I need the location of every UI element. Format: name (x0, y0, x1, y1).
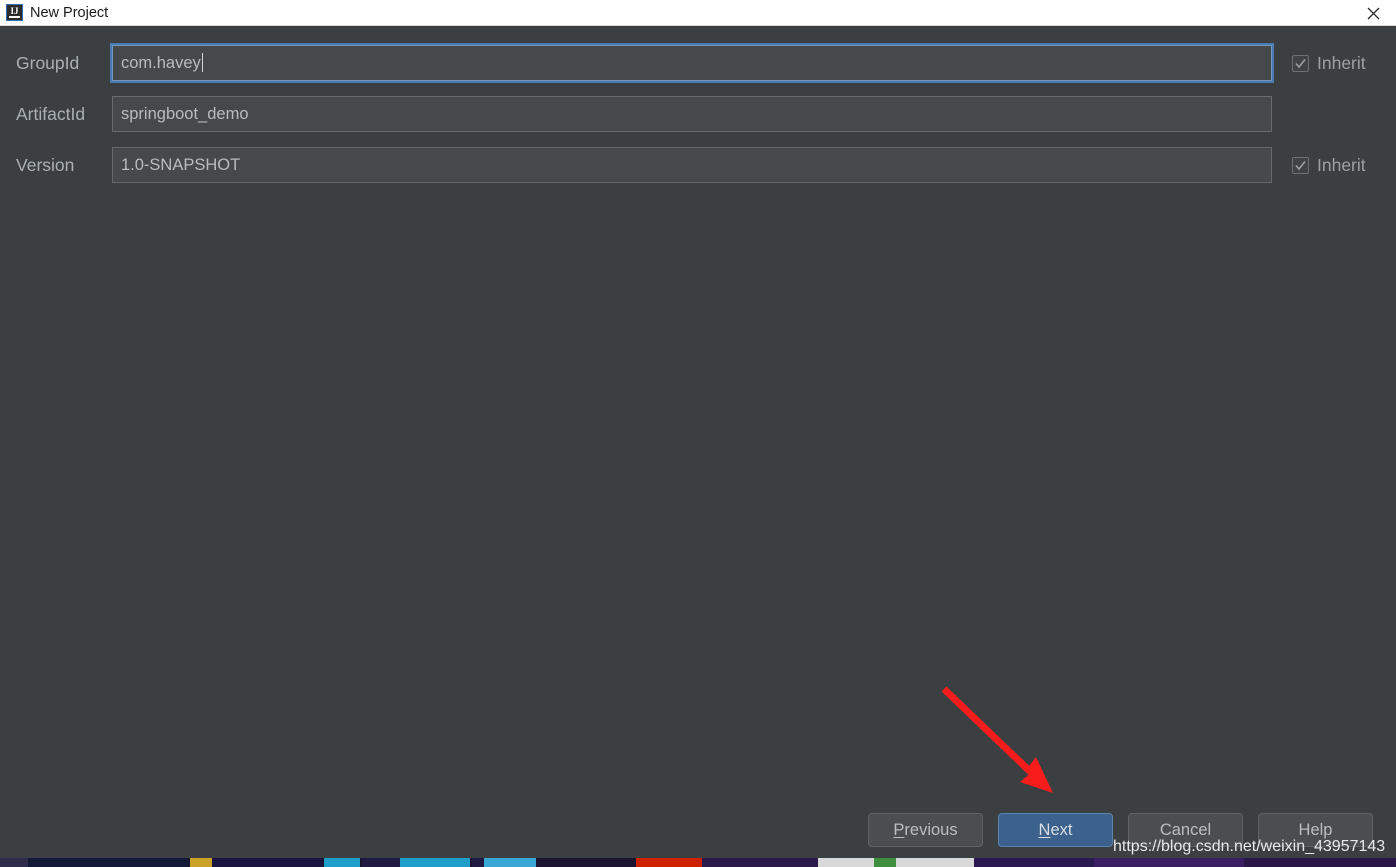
window-titlebar: IJ New Project (0, 0, 1396, 26)
label-version: Version (16, 155, 75, 175)
new-project-dialog: IJ New Project GroupId com.havey Inherit… (0, 0, 1396, 867)
next-button-mnemonic: N (1038, 821, 1051, 839)
checkbox-checked-icon (1292, 54, 1309, 72)
next-button-label-rest: ext (1050, 821, 1073, 839)
groupid-value: com.havey (121, 54, 201, 72)
previous-button-mnemonic: P (893, 821, 905, 839)
groupid-inherit-label: Inherit (1317, 53, 1366, 73)
groupid-input[interactable]: com.havey (110, 43, 1274, 83)
watermark-text: https://blog.csdn.net/weixin_43957143 (1113, 838, 1386, 855)
form-row-artifactid: ArtifactId springboot_demo (0, 96, 1396, 132)
close-icon[interactable] (1351, 0, 1396, 26)
form-row-groupid: GroupId com.havey Inherit (0, 43, 1396, 83)
previous-button-label-rest: revious (904, 821, 958, 839)
label-artifactid: ArtifactId (16, 104, 86, 124)
version-input[interactable]: 1.0-SNAPSHOT (112, 147, 1272, 183)
artifactid-input[interactable]: springboot_demo (112, 96, 1272, 132)
form-row-version: Version 1.0-SNAPSHOT Inherit (0, 147, 1396, 183)
label-groupid: GroupId (16, 53, 80, 73)
checkbox-checked-icon (1292, 156, 1309, 174)
intellij-idea-icon: IJ (6, 4, 23, 21)
text-caret (201, 53, 203, 72)
desktop-taskbar-sliver (0, 858, 1396, 867)
version-inherit-checkbox[interactable]: Inherit (1292, 147, 1366, 183)
window-title: New Project (30, 5, 109, 21)
groupid-inherit-checkbox[interactable]: Inherit (1292, 45, 1366, 81)
previous-button[interactable]: Previous (868, 813, 983, 847)
version-inherit-label: Inherit (1317, 155, 1366, 175)
next-button[interactable]: Next (998, 813, 1113, 847)
